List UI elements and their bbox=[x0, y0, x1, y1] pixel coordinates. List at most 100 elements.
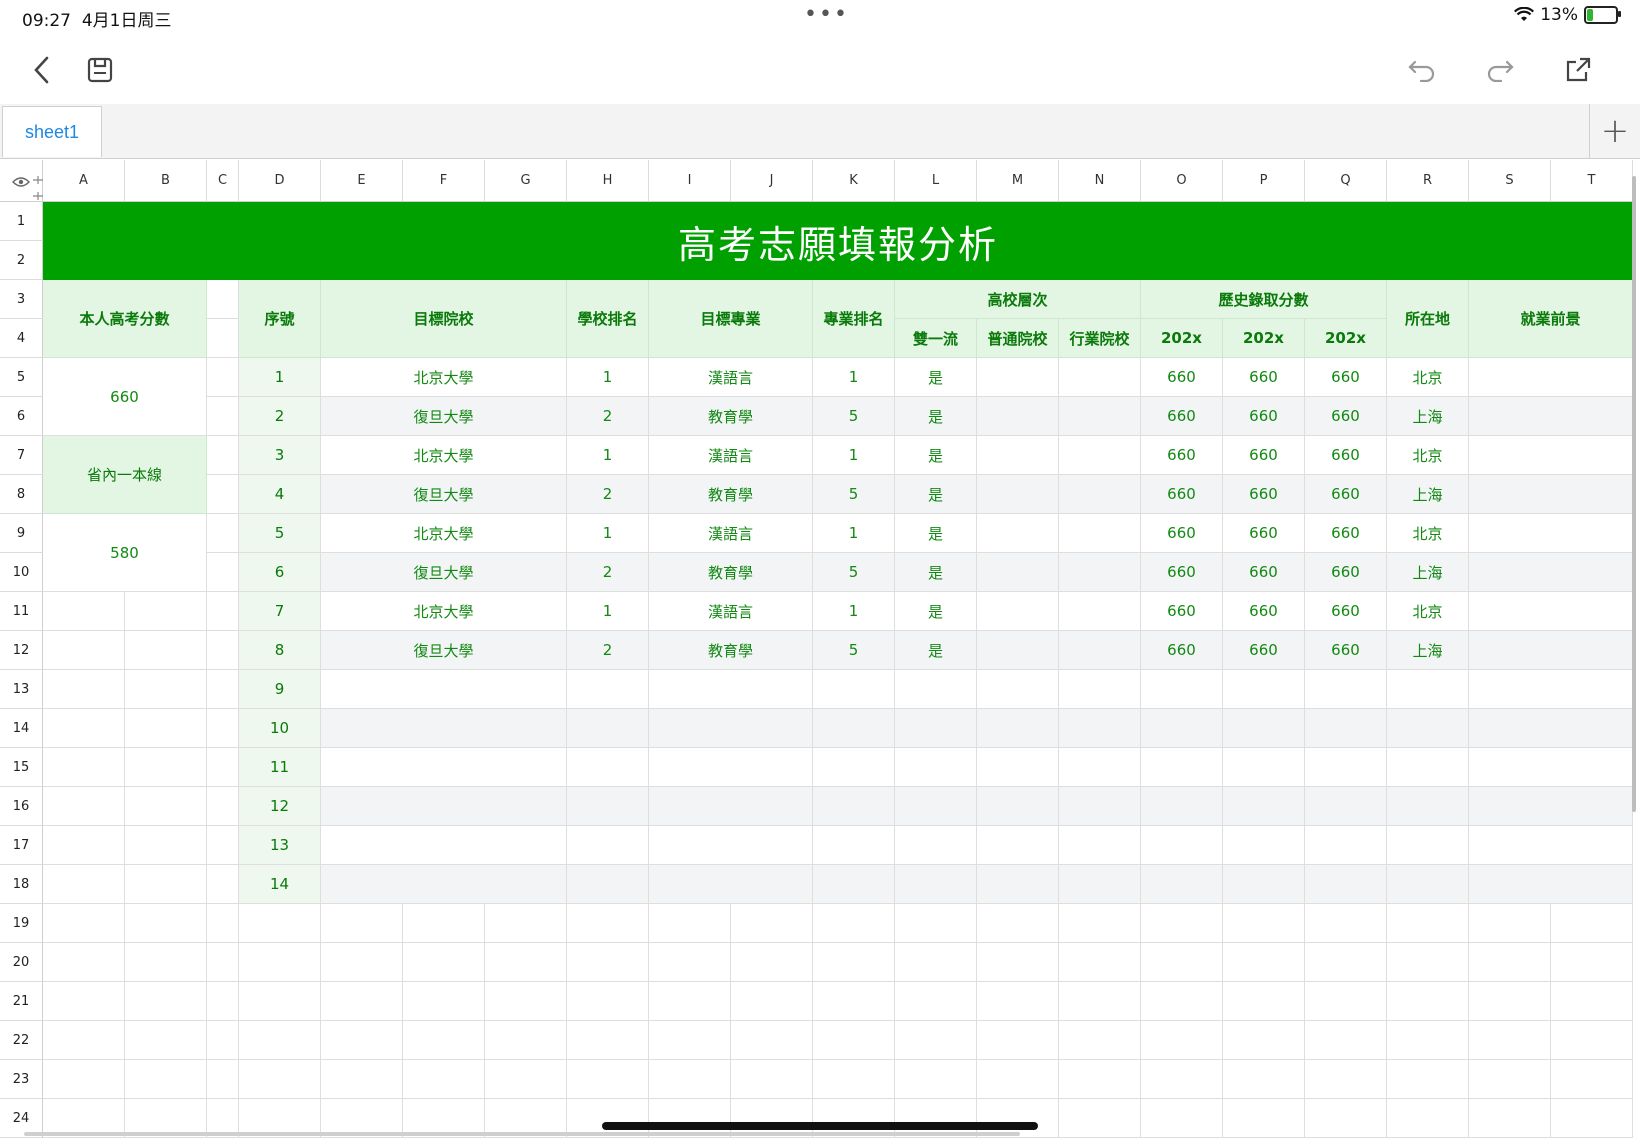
major-rank-cell[interactable] bbox=[813, 826, 895, 865]
column-header[interactable]: L bbox=[895, 160, 977, 202]
empty-cell[interactable] bbox=[321, 1060, 403, 1099]
school-rank-cell[interactable]: 2 bbox=[567, 553, 649, 592]
history-score-cell[interactable] bbox=[1223, 826, 1305, 865]
empty-cell[interactable] bbox=[125, 826, 207, 865]
row-header[interactable]: 15 bbox=[0, 748, 43, 787]
empty-cell[interactable] bbox=[207, 631, 239, 670]
regular-school-cell[interactable] bbox=[977, 397, 1059, 436]
major-cell[interactable] bbox=[649, 787, 813, 826]
empty-cell[interactable] bbox=[207, 358, 239, 397]
empty-cell[interactable] bbox=[649, 943, 731, 982]
history-year-header[interactable]: 202x bbox=[1305, 319, 1387, 358]
seq-cell[interactable]: 9 bbox=[239, 670, 321, 709]
prospect-header[interactable]: 就業前景 bbox=[1469, 280, 1633, 358]
industry-school-cell[interactable] bbox=[1059, 748, 1141, 787]
empty-cell[interactable] bbox=[321, 904, 403, 943]
seq-cell[interactable]: 7 bbox=[239, 592, 321, 631]
location-cell[interactable]: 北京 bbox=[1387, 436, 1469, 475]
location-cell[interactable]: 上海 bbox=[1387, 553, 1469, 592]
history-score-cell[interactable]: 660 bbox=[1141, 358, 1223, 397]
empty-cell[interactable] bbox=[125, 1021, 207, 1060]
location-header[interactable]: 所在地 bbox=[1387, 280, 1469, 358]
location-cell[interactable] bbox=[1387, 865, 1469, 904]
empty-cell[interactable] bbox=[567, 1060, 649, 1099]
empty-cell[interactable] bbox=[239, 1021, 321, 1060]
column-header[interactable]: R bbox=[1387, 160, 1469, 202]
empty-cell[interactable] bbox=[239, 1060, 321, 1099]
location-cell[interactable]: 北京 bbox=[1387, 592, 1469, 631]
select-all-corner[interactable] bbox=[0, 160, 43, 202]
empty-cell[interactable] bbox=[125, 592, 207, 631]
school-cell[interactable]: 北京大學 bbox=[321, 514, 567, 553]
history-score-cell[interactable] bbox=[1305, 670, 1387, 709]
school-cell[interactable] bbox=[321, 748, 567, 787]
column-header[interactable]: C bbox=[207, 160, 239, 202]
empty-cell[interactable] bbox=[1387, 982, 1469, 1021]
empty-cell[interactable] bbox=[977, 1060, 1059, 1099]
empty-cell[interactable] bbox=[207, 670, 239, 709]
history-score-cell[interactable]: 660 bbox=[1141, 592, 1223, 631]
row-header[interactable]: 6 bbox=[0, 397, 43, 436]
back-button[interactable] bbox=[24, 52, 60, 88]
empty-cell[interactable] bbox=[125, 631, 207, 670]
prospect-cell[interactable] bbox=[1469, 553, 1633, 592]
score-header[interactable]: 本人高考分數 bbox=[43, 280, 207, 358]
empty-cell[interactable] bbox=[1551, 1021, 1633, 1060]
empty-cell[interactable] bbox=[1059, 1060, 1141, 1099]
empty-cell[interactable] bbox=[895, 1021, 977, 1060]
row-header[interactable]: 9 bbox=[0, 514, 43, 553]
history-score-cell[interactable] bbox=[1141, 709, 1223, 748]
major-cell[interactable]: 漢語言 bbox=[649, 514, 813, 553]
school-rank-header[interactable]: 學校排名 bbox=[567, 280, 649, 358]
empty-cell[interactable] bbox=[207, 943, 239, 982]
empty-cell[interactable] bbox=[239, 904, 321, 943]
double-first-class-cell[interactable]: 是 bbox=[895, 397, 977, 436]
empty-cell[interactable] bbox=[207, 826, 239, 865]
empty-cell[interactable] bbox=[567, 904, 649, 943]
empty-cell[interactable] bbox=[125, 748, 207, 787]
empty-cell[interactable] bbox=[1469, 1021, 1551, 1060]
school-cell[interactable]: 復旦大學 bbox=[321, 553, 567, 592]
history-score-cell[interactable]: 660 bbox=[1305, 631, 1387, 670]
history-score-cell[interactable]: 660 bbox=[1223, 514, 1305, 553]
empty-cell[interactable] bbox=[43, 748, 125, 787]
empty-cell[interactable] bbox=[895, 943, 977, 982]
empty-cell[interactable] bbox=[43, 1060, 125, 1099]
history-score-cell[interactable]: 660 bbox=[1305, 553, 1387, 592]
empty-cell[interactable] bbox=[1469, 943, 1551, 982]
history-score-cell[interactable]: 660 bbox=[1223, 553, 1305, 592]
empty-cell[interactable] bbox=[485, 1060, 567, 1099]
history-year-header[interactable]: 202x bbox=[1223, 319, 1305, 358]
empty-cell[interactable] bbox=[649, 1021, 731, 1060]
empty-cell[interactable] bbox=[43, 904, 125, 943]
empty-cell[interactable] bbox=[207, 982, 239, 1021]
home-indicator[interactable] bbox=[602, 1122, 1038, 1130]
empty-cell[interactable] bbox=[485, 1021, 567, 1060]
row-header[interactable]: 16 bbox=[0, 787, 43, 826]
empty-cell[interactable] bbox=[1469, 1060, 1551, 1099]
history-score-cell[interactable]: 660 bbox=[1223, 436, 1305, 475]
empty-cell[interactable] bbox=[731, 1021, 813, 1060]
major-rank-cell[interactable]: 5 bbox=[813, 475, 895, 514]
empty-cell[interactable] bbox=[1223, 982, 1305, 1021]
history-year-header[interactable]: 202x bbox=[1141, 319, 1223, 358]
row-header[interactable]: 11 bbox=[0, 592, 43, 631]
double-first-class-cell[interactable] bbox=[895, 670, 977, 709]
empty-cell[interactable] bbox=[125, 904, 207, 943]
empty-cell[interactable] bbox=[1387, 904, 1469, 943]
school-rank-cell[interactable]: 2 bbox=[567, 397, 649, 436]
empty-cell[interactable] bbox=[649, 1060, 731, 1099]
prospect-cell[interactable] bbox=[1469, 436, 1633, 475]
double-first-class-cell[interactable]: 是 bbox=[895, 631, 977, 670]
regular-school-cell[interactable] bbox=[977, 748, 1059, 787]
empty-cell[interactable] bbox=[207, 904, 239, 943]
regular-school-cell[interactable] bbox=[977, 670, 1059, 709]
sheet-title[interactable]: 高考志願填報分析 bbox=[43, 202, 1633, 280]
school-cell[interactable] bbox=[321, 787, 567, 826]
column-header[interactable]: S bbox=[1469, 160, 1551, 202]
empty-cell[interactable] bbox=[207, 748, 239, 787]
double-first-class-cell[interactable]: 是 bbox=[895, 514, 977, 553]
school-rank-cell[interactable] bbox=[567, 826, 649, 865]
major-cell[interactable] bbox=[649, 748, 813, 787]
industry-school-cell[interactable] bbox=[1059, 826, 1141, 865]
